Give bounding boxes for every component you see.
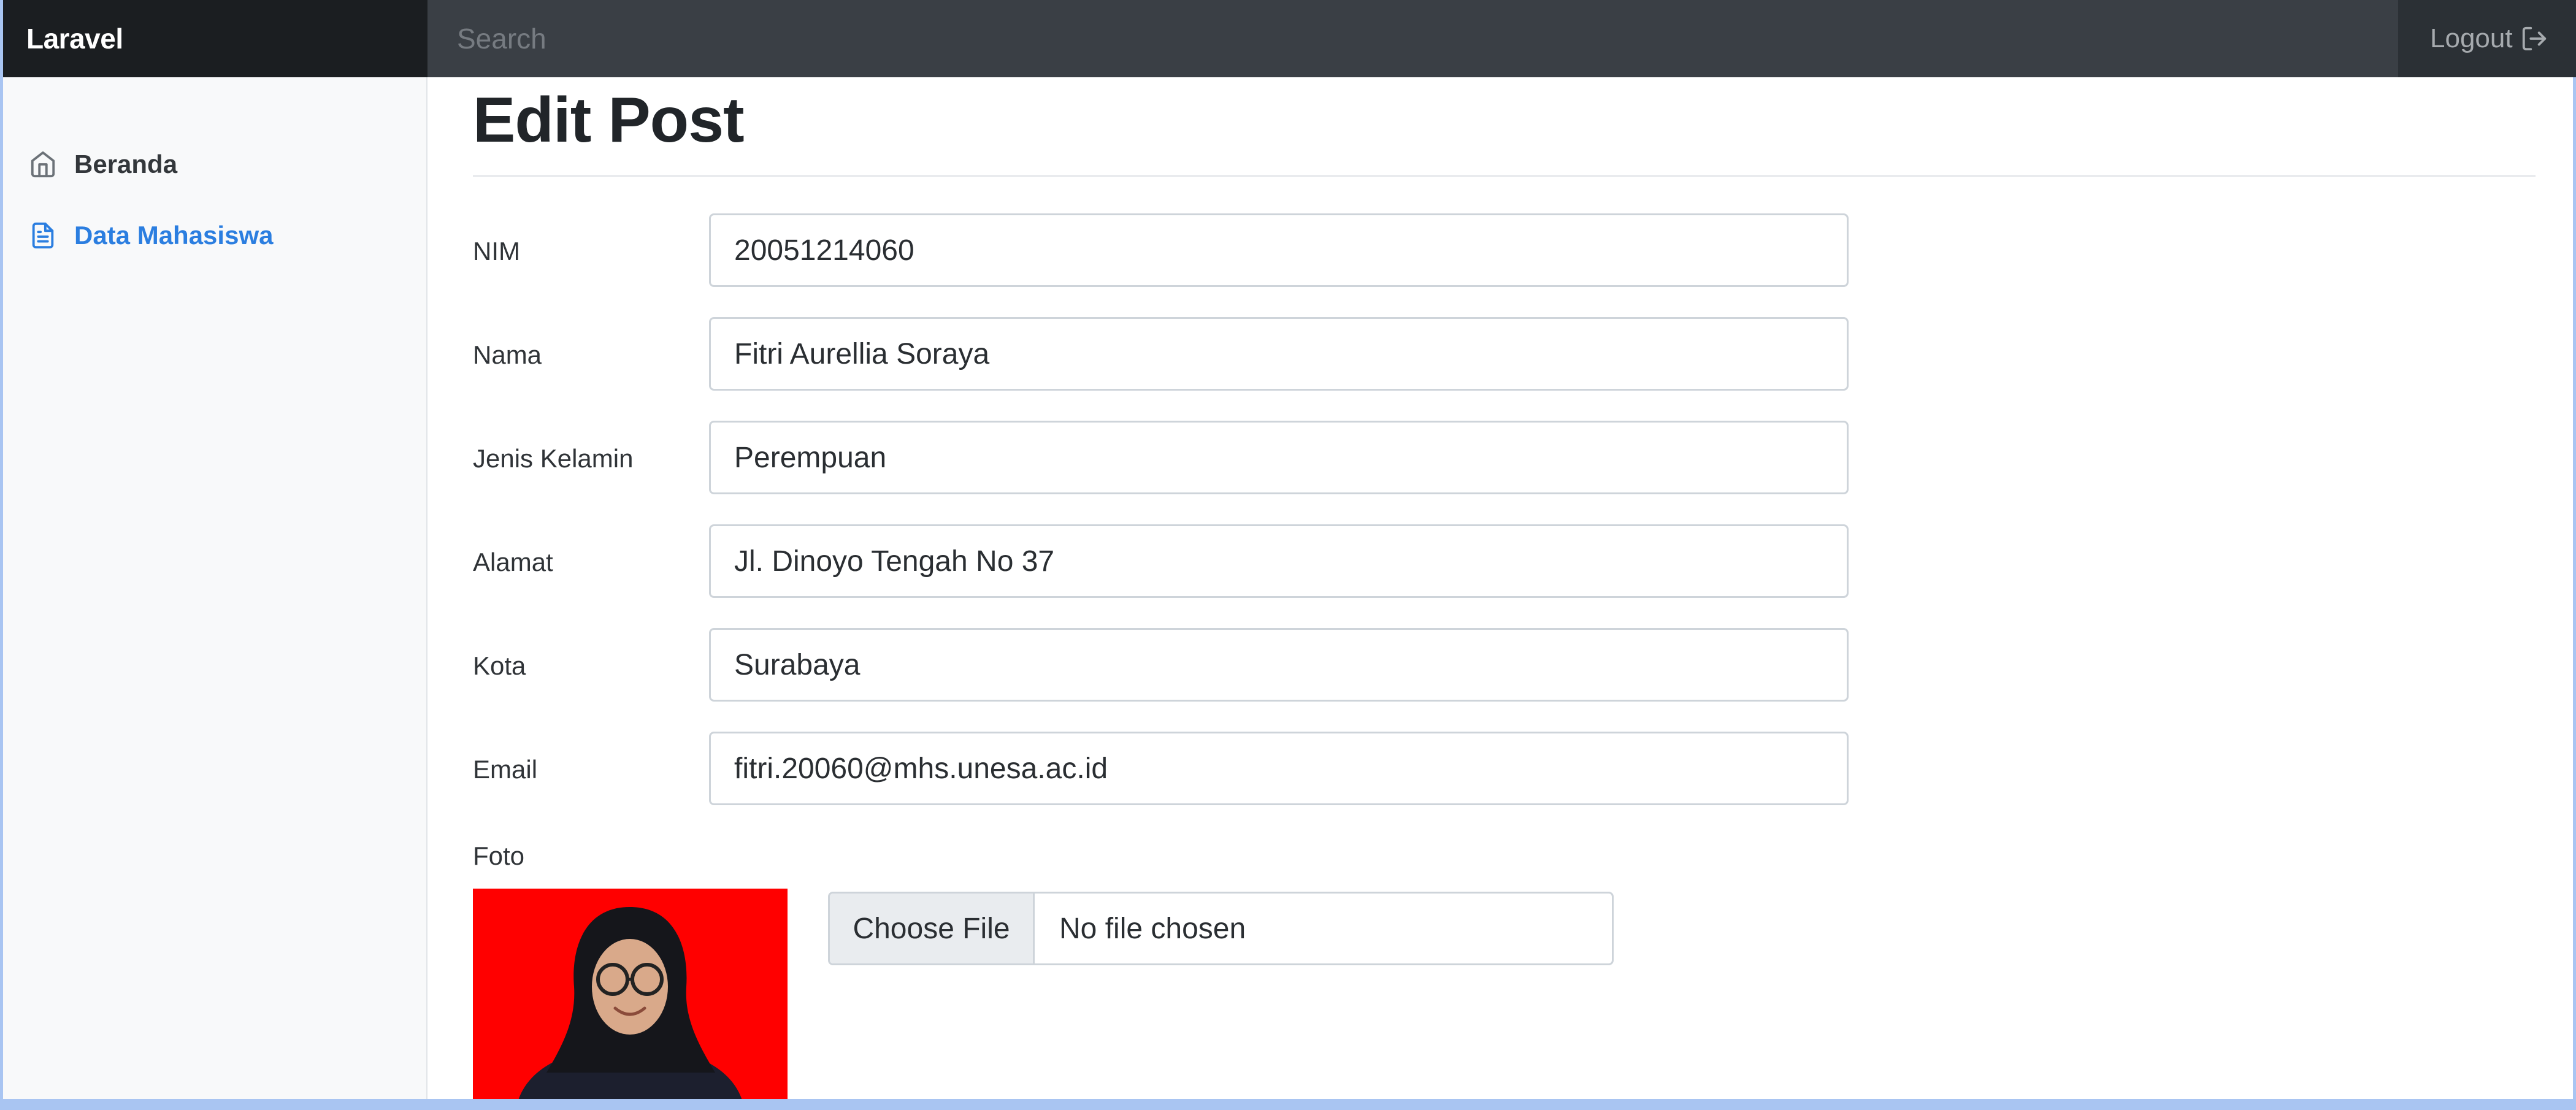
logout-icon (2522, 26, 2546, 51)
form-row-nama: Nama Fitri Aurellia Soraya (473, 317, 1849, 391)
window-bottom-border (3, 1099, 2576, 1110)
alamat-label: Alamat (473, 548, 553, 576)
logout-label: Logout (2430, 23, 2513, 53)
kota-label: Kota (473, 651, 526, 680)
home-icon (28, 149, 58, 180)
document-icon (28, 220, 58, 251)
nim-label: NIM (473, 237, 520, 266)
form-row-alamat: Alamat Jl. Dinoyo Tengah No 37 (473, 524, 1849, 598)
search-bar (427, 0, 2398, 77)
sidebar-item-label: Beranda (74, 150, 178, 178)
student-photo (473, 889, 788, 1110)
file-input[interactable]: Choose File No file chosen (828, 892, 1614, 965)
title-divider (473, 175, 2536, 177)
sidebar-item-label: Data Mahasiswa (74, 221, 274, 250)
logout-button[interactable]: Logout (2398, 0, 2576, 77)
page-title: Edit Post (473, 85, 745, 156)
kota-field[interactable]: Surabaya (709, 628, 1849, 702)
nama-field[interactable]: Fitri Aurellia Soraya (709, 317, 1849, 391)
form-row-jenis-kelamin: Jenis Kelamin Perempuan (473, 421, 1849, 494)
choose-file-button[interactable]: Choose File (830, 894, 1035, 963)
app-window: Laravel Logout Beranda (0, 0, 2576, 1110)
nim-field[interactable]: 20051214060 (709, 213, 1849, 287)
search-input[interactable] (457, 22, 2398, 55)
brand-logo[interactable]: Laravel (3, 0, 427, 77)
form-row-email: Email fitri.20060@mhs.unesa.ac.id (473, 732, 1849, 805)
sidebar-item-data-mahasiswa[interactable]: Data Mahasiswa (3, 200, 426, 271)
main-content: Edit Post NIM 20051214060 Nama Fitri Aur… (427, 77, 2576, 1110)
sidebar: Beranda Data Mahasiswa (3, 77, 427, 1110)
form-row-nim: NIM 20051214060 (473, 213, 1849, 287)
nama-label: Nama (473, 340, 542, 369)
form-row-kota: Kota Surabaya (473, 628, 1849, 702)
sidebar-item-beranda[interactable]: Beranda (3, 129, 426, 200)
jenis-kelamin-label: Jenis Kelamin (473, 444, 634, 473)
email-label: Email (473, 755, 538, 784)
jenis-kelamin-field[interactable]: Perempuan (709, 421, 1849, 494)
alamat-field[interactable]: Jl. Dinoyo Tengah No 37 (709, 524, 1849, 598)
foto-label: Foto (473, 841, 525, 870)
portrait-illustration (473, 889, 788, 1110)
file-status-text: No file chosen (1059, 912, 1246, 945)
top-navbar: Laravel Logout (3, 0, 2576, 77)
email-field[interactable]: fitri.20060@mhs.unesa.ac.id (709, 732, 1849, 805)
